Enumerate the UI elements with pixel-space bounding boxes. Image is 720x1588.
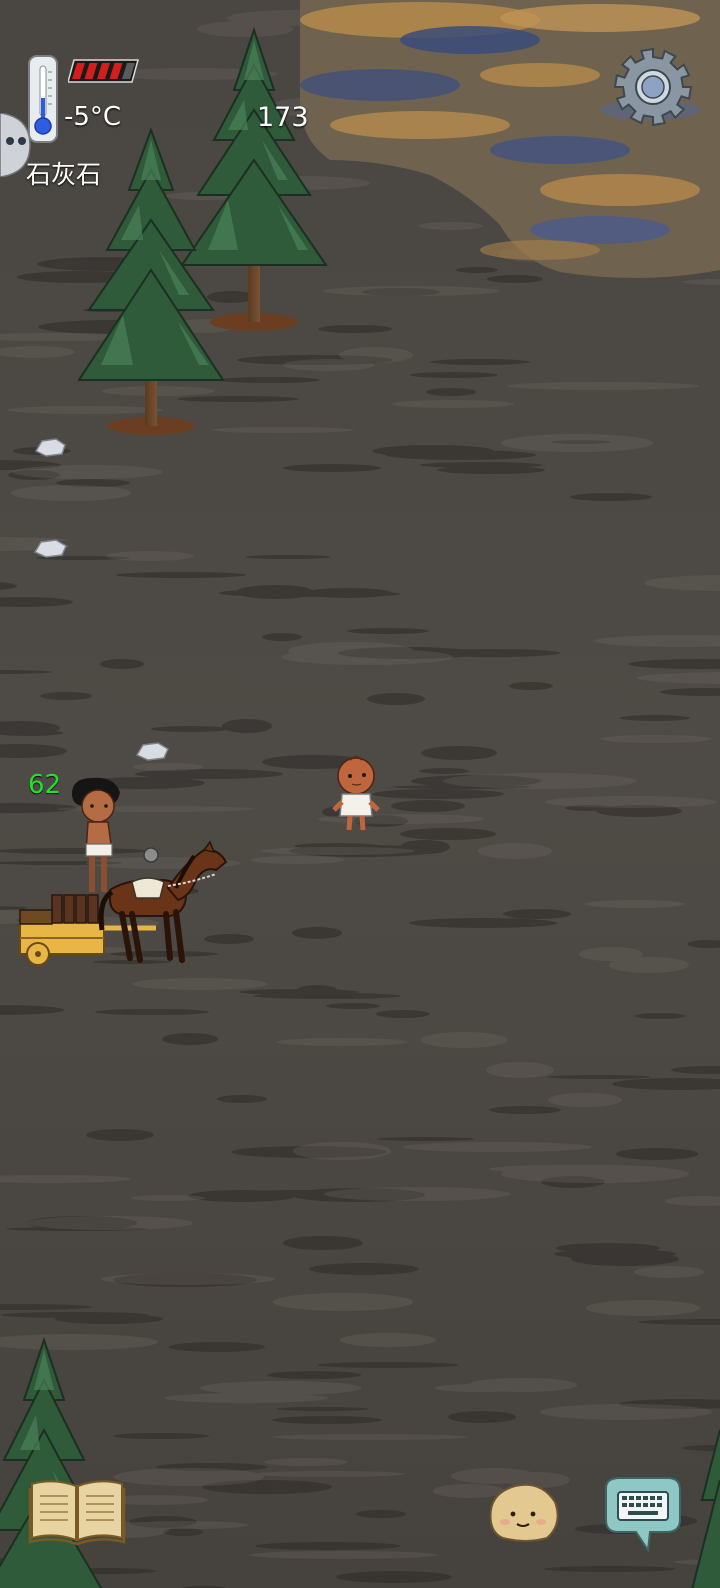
small-stone[interactable] <box>143 847 159 863</box>
thermometer-icon <box>28 55 58 143</box>
temperature-readout: -5°C <box>64 102 122 132</box>
yum-counter: 173 <box>257 102 309 133</box>
player-age-label: 62 <box>28 770 62 800</box>
face-icon[interactable] <box>485 1480 561 1544</box>
book-icon[interactable] <box>28 1478 126 1546</box>
held-item-label: 石灰石 <box>26 160 102 189</box>
gear-icon[interactable] <box>612 46 694 128</box>
food-meter <box>68 59 139 83</box>
keyboard-icon[interactable] <box>598 1474 684 1554</box>
game-world[interactable] <box>0 0 720 1588</box>
